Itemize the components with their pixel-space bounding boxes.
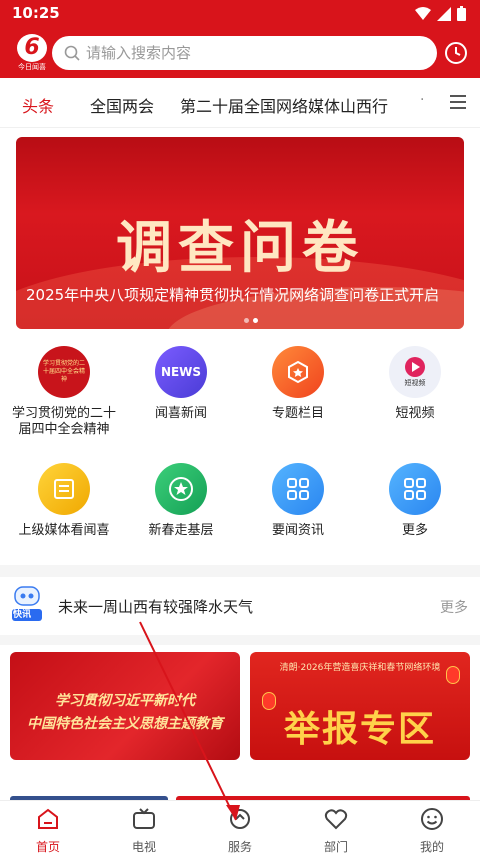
section-divider <box>0 635 480 645</box>
news-flash[interactable]: 快讯 未来一周山西有较强降水天气 更多 <box>0 577 480 635</box>
apps-glyph <box>287 478 309 500</box>
search-input[interactable] <box>86 36 426 70</box>
grid-label: 新春走基层 <box>148 523 214 538</box>
grid-label: 学习贯彻党的二十届四中全会精神 <box>11 406 116 437</box>
status-time: 10:25 <box>12 4 60 22</box>
promo-line-2: 中国特色社会主义思想主题教育 <box>27 716 223 732</box>
signal-icon <box>437 6 451 21</box>
news-icon-text: NEWS <box>160 365 202 379</box>
grid-item-short-video[interactable]: 短视频 短视频 <box>360 346 470 422</box>
more-apps-icon <box>389 463 441 515</box>
apps-icon <box>272 463 324 515</box>
tabs-overflow-indicator: · <box>420 92 425 108</box>
nav-label: 首页 <box>35 840 60 853</box>
grid-item-media[interactable]: 上级媒体看闻喜 <box>9 463 119 539</box>
grid-item-study[interactable]: 学习贯彻党的二十届四中全会精神 学习贯彻党的二十届四中全会精神 <box>9 346 119 438</box>
media-icon <box>38 463 90 515</box>
banner-caption: 2025年中央八项规定精神贯彻执行情况网络调查问卷正式开启 <box>26 286 440 304</box>
nav-service[interactable]: 服务 <box>192 807 288 853</box>
grid-item-more[interactable]: 更多 <box>360 463 470 539</box>
media-glyph <box>54 479 74 499</box>
star-badge-glyph <box>288 360 308 384</box>
flash-title[interactable]: 未来一周山西有较强降水天气 <box>58 596 253 617</box>
short-video-icon-text: 短视频 <box>404 379 426 387</box>
grid-label: 要闻资讯 <box>271 523 324 538</box>
nav-label: 我的 <box>419 840 444 853</box>
tab-two-sessions[interactable]: 全国两会 <box>90 93 154 117</box>
short-video-icon: 短视频 <box>389 346 441 398</box>
carousel-dot <box>244 318 249 323</box>
promo-card-report-zone[interactable]: 清朗·2026年营造喜庆祥和春节网络环境 举报专区 <box>250 652 470 760</box>
home-icon <box>38 808 58 829</box>
flash-more-link[interactable]: 更多 <box>440 597 468 617</box>
banner-carousel[interactable]: 调查问卷 2025年中央八项规定精神贯彻执行情况网络调查问卷正式开启 <box>16 137 464 329</box>
grid-item-topics[interactable]: 专题栏目 <box>243 346 353 422</box>
battery-icon <box>457 6 466 21</box>
app-logo: 今日闻喜 <box>14 34 50 72</box>
grid-item-spring[interactable]: 新春走基层 <box>126 463 236 539</box>
play-icon <box>405 357 425 377</box>
status-bar: 10:25 <box>0 0 480 28</box>
channel-tabs: 头条 全国两会 第二十届全国网络媒体山西行 · <box>0 78 480 128</box>
nav-home[interactable]: 首页 <box>0 807 96 853</box>
system-icons <box>415 6 466 21</box>
spring-star-icon <box>155 463 207 515</box>
news-icon: NEWS <box>155 346 207 398</box>
section-divider <box>0 565 480 577</box>
promo-subtitle: 清朗·2026年营造喜庆祥和春节网络环境 <box>279 663 441 673</box>
grid-item-important-news[interactable]: 要闻资讯 <box>243 463 353 539</box>
promo-headline: 举报专区 <box>283 708 436 750</box>
grid-label: 专题栏目 <box>271 406 324 421</box>
bottom-navigation: 首页 电视 服务 部门 我的 <box>0 800 480 853</box>
nav-profile[interactable]: 我的 <box>384 807 480 853</box>
party-badge-icon: 学习贯彻党的二十届四中全会精神 <box>38 346 90 398</box>
grid-item-news[interactable]: NEWS 闻喜新闻 <box>126 346 236 422</box>
menu-icon[interactable] <box>450 95 466 109</box>
wifi-icon <box>415 6 431 20</box>
grid-label: 更多 <box>401 523 428 538</box>
logo-mark <box>17 34 47 62</box>
grid-label: 上级媒体看闻喜 <box>18 523 110 538</box>
department-icon <box>324 809 348 830</box>
flash-badge: 快讯 <box>13 610 32 620</box>
topic-star-icon <box>272 346 324 398</box>
search-bar[interactable] <box>52 36 437 70</box>
app-header: 今日闻喜 <box>0 28 480 78</box>
history-clock-icon[interactable] <box>444 41 468 65</box>
grid-label: 闻喜新闻 <box>154 406 207 421</box>
lantern-icon <box>446 666 460 684</box>
tab-headline[interactable]: 头条 <box>22 93 54 117</box>
tv-icon <box>133 808 155 829</box>
promo-card-theme-education[interactable]: 学习贯彻习近平新时代 中国特色社会主义思想主题教育 <box>10 652 240 760</box>
profile-icon <box>421 808 443 830</box>
banner-headline: 调查问卷 <box>116 215 364 281</box>
promo-line-1: 学习贯彻习近平新时代 <box>55 693 195 709</box>
tab-network-media[interactable]: 第二十届全国网络媒体山西行 <box>180 93 388 117</box>
logo-text: 今日闻喜 <box>18 63 46 71</box>
carousel-dots <box>244 318 258 323</box>
star-glyph <box>169 477 193 501</box>
search-icon <box>64 45 80 61</box>
party-badge-text: 学习贯彻党的二十届四中全会精神 <box>42 360 85 383</box>
carousel-dot-active <box>253 318 258 323</box>
nav-department[interactable]: 部门 <box>288 807 384 853</box>
nav-tv[interactable]: 电视 <box>96 807 192 853</box>
service-icon <box>230 809 250 829</box>
nav-label: 电视 <box>131 840 156 853</box>
nav-label: 部门 <box>323 840 348 853</box>
grid-label: 短视频 <box>395 406 435 421</box>
more-apps-glyph <box>404 478 426 500</box>
nav-label: 服务 <box>227 840 252 853</box>
